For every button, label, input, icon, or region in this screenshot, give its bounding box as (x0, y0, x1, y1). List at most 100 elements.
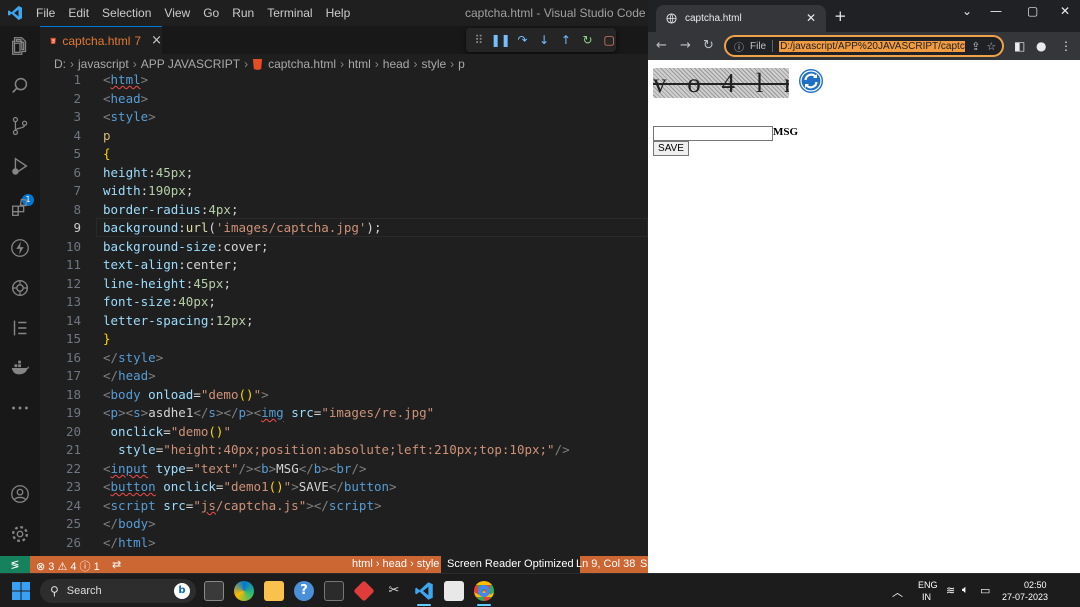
breadcrumb-drive[interactable]: D: (54, 57, 66, 71)
windows-start-icon[interactable] (12, 582, 30, 600)
tab-search-chevron-icon[interactable]: ⌄ (962, 4, 972, 18)
profile-icon[interactable]: ● (1036, 39, 1046, 53)
photos-icon[interactable] (444, 581, 464, 601)
show-hidden-icons-icon[interactable]: ︿ (892, 584, 903, 600)
code-line[interactable]: width:190px; (103, 183, 193, 198)
code-line[interactable]: style="height:40px;position:absolute;lef… (103, 442, 570, 457)
reload-icon[interactable]: ↻ (703, 38, 714, 53)
restart-icon[interactable]: ↻ (581, 33, 595, 47)
captcha-input[interactable] (653, 126, 773, 141)
code-line[interactable]: <html> (103, 74, 148, 87)
code-line[interactable]: <input type="text"/><b>MSG</b><br/> (103, 461, 367, 476)
minimize-icon[interactable]: — (990, 4, 1002, 18)
step-into-icon[interactable]: ↓ (537, 33, 551, 47)
menu-view[interactable]: View (164, 6, 190, 20)
chrome-tab-close-icon[interactable]: ✕ (806, 11, 816, 25)
lightning-icon[interactable] (8, 236, 32, 260)
menu-go[interactable]: Go (203, 6, 219, 20)
code-line[interactable]: line-height:45px; (103, 276, 231, 291)
outline-icon[interactable] (8, 316, 32, 340)
status-screen-reader[interactable]: Screen Reader Optimized (441, 556, 580, 573)
bookmark-star-icon[interactable]: ☆ (986, 40, 996, 53)
breadcrumb-file[interactable]: captcha.html (268, 57, 336, 71)
code-line[interactable]: background-size:cover; (103, 239, 269, 254)
chrome-taskbar-icon[interactable] (474, 581, 494, 601)
code-line[interactable]: } (103, 331, 111, 346)
code-line[interactable]: <button onclick="demo1()">SAVE</button> (103, 479, 397, 494)
url-text[interactable]: D:/javascript/APP%20JAVASCRIPT/captcha (779, 40, 966, 52)
code-line[interactable]: </html> (103, 535, 156, 550)
file-explorer-icon[interactable] (264, 581, 284, 601)
site-info-icon[interactable]: ⓘ (734, 39, 744, 54)
code-line[interactable]: { (103, 146, 111, 161)
code-line[interactable]: </style> (103, 350, 163, 365)
status-problems[interactable]: ⊗ 3 ⚠ 4 ⓘ 1 (36, 558, 100, 574)
code-line[interactable]: height:45px; (103, 165, 193, 180)
code-line[interactable]: </head> (103, 368, 156, 383)
extensions-icon[interactable] (8, 196, 32, 220)
menu-run[interactable]: Run (232, 6, 254, 20)
status-scope[interactable]: html › head › style (352, 558, 439, 570)
clock-date[interactable]: 27-07-2023 (1002, 592, 1048, 602)
code-line[interactable]: </body> (103, 516, 156, 531)
chrome-tab[interactable]: captcha.html ✕ (656, 5, 826, 32)
code-editor[interactable]: 1 2 3 4 5 6 7 8 9 10 11 12 13 14 15 16 1… (40, 74, 648, 556)
code-line[interactable]: onclick="demo()" (103, 424, 231, 439)
help-icon[interactable]: ? (294, 581, 314, 601)
more-icon[interactable] (8, 396, 32, 420)
code-line[interactable]: text-align:center; (103, 257, 238, 272)
app-red-icon[interactable] (353, 580, 375, 602)
vscode-taskbar-icon[interactable] (414, 581, 434, 601)
menu-terminal[interactable]: Terminal (267, 6, 312, 20)
menu-edit[interactable]: Edit (68, 6, 89, 20)
code-line[interactable]: letter-spacing:12px; (103, 313, 254, 328)
code-line[interactable]: <body onload="demo()"> (103, 387, 269, 402)
source-control-icon[interactable] (8, 114, 32, 138)
menu-selection[interactable]: Selection (102, 6, 151, 20)
search-icon[interactable] (8, 74, 32, 98)
openai-icon[interactable] (8, 276, 32, 300)
code-line[interactable]: background:url('images/captcha.jpg'); (103, 220, 381, 235)
side-panel-icon[interactable]: ◧ (1014, 39, 1025, 53)
battery-icon[interactable]: ▭ (980, 584, 990, 597)
back-icon[interactable]: ← (656, 38, 667, 53)
snip-tool-icon[interactable]: ✂ (384, 581, 404, 601)
menu-help[interactable]: Help (326, 6, 351, 20)
language-bottom[interactable]: IN (922, 592, 931, 602)
tab-close-icon[interactable]: × (151, 33, 162, 48)
code-line[interactable]: <style> (103, 109, 156, 124)
step-out-icon[interactable]: ↑ (559, 33, 573, 47)
refresh-captcha-icon[interactable] (798, 68, 824, 94)
forward-icon[interactable]: → (680, 38, 691, 53)
volume-icon[interactable]: 🔈︎ (962, 584, 969, 597)
clock-time[interactable]: 02:50 (1024, 580, 1047, 590)
breadcrumb-javascript[interactable]: javascript (78, 57, 129, 71)
stop-icon[interactable]: ▢ (602, 33, 616, 47)
edge-icon[interactable] (234, 581, 254, 601)
run-debug-icon[interactable] (8, 154, 32, 178)
breadcrumb-app-javascript[interactable]: APP JAVASCRIPT (141, 57, 240, 71)
step-over-icon[interactable]: ↷ (516, 33, 530, 47)
docker-icon[interactable] (8, 356, 32, 380)
wifi-icon[interactable]: ≋ (946, 584, 955, 597)
menu-file[interactable]: File (36, 6, 55, 20)
new-tab-icon[interactable]: + (834, 7, 847, 25)
breadcrumb-style[interactable]: style (421, 57, 446, 71)
store-icon[interactable] (324, 581, 344, 601)
status-overflow[interactable]: S (640, 558, 647, 570)
bing-icon[interactable]: b (174, 583, 190, 599)
code-line[interactable]: border-radius:4px; (103, 202, 238, 217)
chrome-menu-icon[interactable]: ⋮ (1060, 39, 1072, 53)
window-close-icon[interactable]: ✕ (1060, 4, 1070, 18)
drag-handle-icon[interactable]: ⠿ (472, 33, 486, 47)
tab-captcha-html[interactable]: captcha.html 7 × (40, 26, 162, 54)
breadcrumb-html[interactable]: html (348, 57, 371, 71)
code-line[interactable]: <p><s>asdhe1</s></p><img src="images/re.… (103, 405, 434, 420)
code-line[interactable]: <head> (103, 91, 148, 106)
save-button[interactable]: SAVE (653, 141, 689, 156)
status-cursor-position[interactable]: Ln 9, Col 38 (576, 558, 635, 570)
address-bar[interactable]: ⓘ File D:/javascript/APP%20JAVASCRIPT/ca… (724, 35, 1004, 57)
account-icon[interactable] (8, 482, 32, 506)
code-line[interactable]: p (103, 128, 111, 143)
share-icon[interactable]: ⇪ (971, 40, 980, 53)
